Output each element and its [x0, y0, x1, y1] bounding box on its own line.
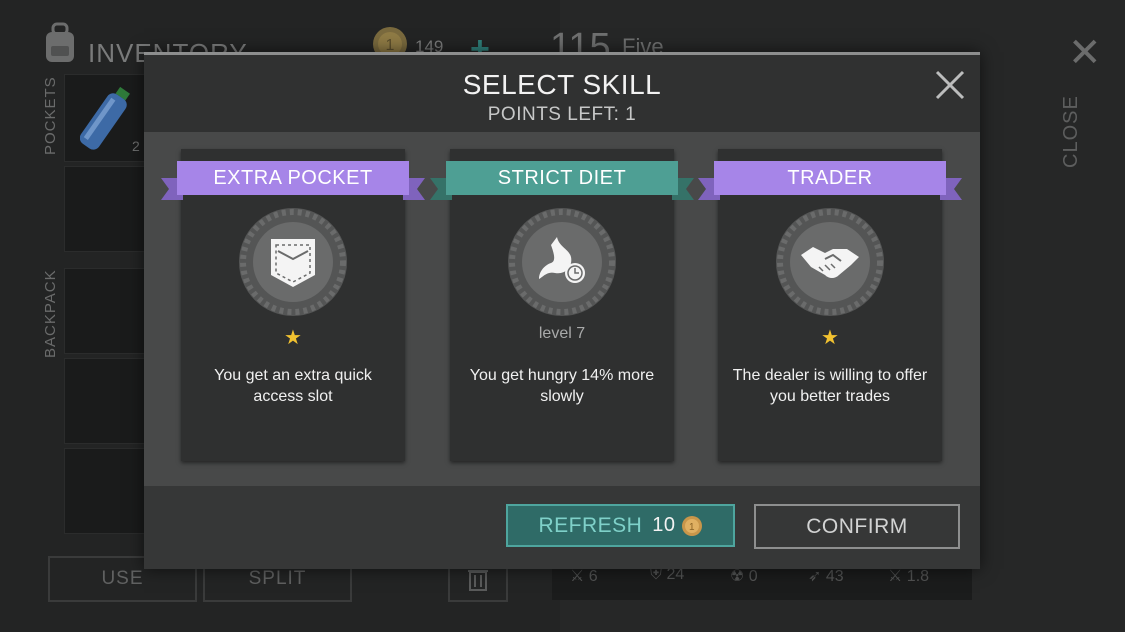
backpack-slot[interactable] [64, 448, 146, 534]
water-bottle-icon [80, 86, 130, 150]
skill-description: You get an extra quick access slot [214, 367, 372, 405]
sword-icon: ⚔ [570, 568, 585, 585]
star-icon: ★ [821, 327, 839, 349]
refresh-button[interactable]: REFRESH 10 1 [506, 504, 735, 547]
running-icon: ➶ [808, 568, 822, 585]
skill-description: You get hungry 14% more slowly [469, 367, 655, 405]
skill-name: STRICT DIET [446, 161, 678, 195]
radiation-icon: ☢ [730, 568, 745, 585]
stat-radiation: ☢ 0 [730, 568, 758, 585]
backpack-slot[interactable] [64, 268, 146, 354]
close-label[interactable]: CLOSE [1060, 88, 1100, 168]
pocket-slot[interactable] [64, 166, 146, 252]
close-icon[interactable] [932, 67, 968, 103]
close-icon[interactable]: ✕ [1068, 30, 1102, 76]
pocket-icon [239, 208, 347, 316]
confirm-button[interactable]: CONFIRM [754, 504, 960, 549]
pockets-label: POCKETS [42, 76, 59, 155]
backpack-label: BACKPACK [42, 269, 59, 358]
handshake-icon [776, 208, 884, 316]
skill-card-strict-diet[interactable]: STRICT DIET level 7 You get hungry 14% m… [430, 149, 694, 461]
star-icon: ★ [284, 327, 302, 349]
dagger-icon: ⚔ [888, 568, 903, 585]
trash-icon [468, 570, 488, 591]
skill-name: TRADER [714, 161, 946, 195]
dialog-title: SELECT SKILL [462, 69, 662, 100]
skill-card-extra-pocket[interactable]: EXTRA POCKET ★ You get an extra quick ac… [161, 149, 425, 461]
skill-level: level 7 [538, 325, 586, 342]
dialog-header: SELECT SKILL POINTS LEFT: 1 [144, 52, 980, 132]
skill-name: EXTRA POCKET [177, 161, 409, 195]
skill-description: The dealer is willing to offer you bette… [732, 367, 928, 405]
select-skill-dialog: SELECT SKILL POINTS LEFT: 1 EXTRA POCKET… [144, 52, 980, 569]
bottle-count: 2 [132, 138, 140, 154]
skill-card-trader[interactable]: TRADER ★ The dealer is willing to offer … [698, 149, 962, 461]
refresh-label: REFRESH [538, 513, 643, 537]
points-left: POINTS LEFT: 1 [487, 104, 637, 125]
coin-icon: 1 [681, 515, 702, 536]
backpack-slot[interactable] [64, 358, 146, 444]
stat-attack-speed: ⚔ 1.8 [888, 568, 930, 585]
stomach-clock-icon [508, 208, 616, 316]
stat-speed: ➶ 43 [808, 568, 844, 585]
stat-damage: ⚔ 6 [570, 568, 598, 585]
backpack-icon [46, 22, 74, 62]
refresh-cost: 10 [652, 514, 676, 536]
svg-text:1: 1 [689, 522, 695, 533]
